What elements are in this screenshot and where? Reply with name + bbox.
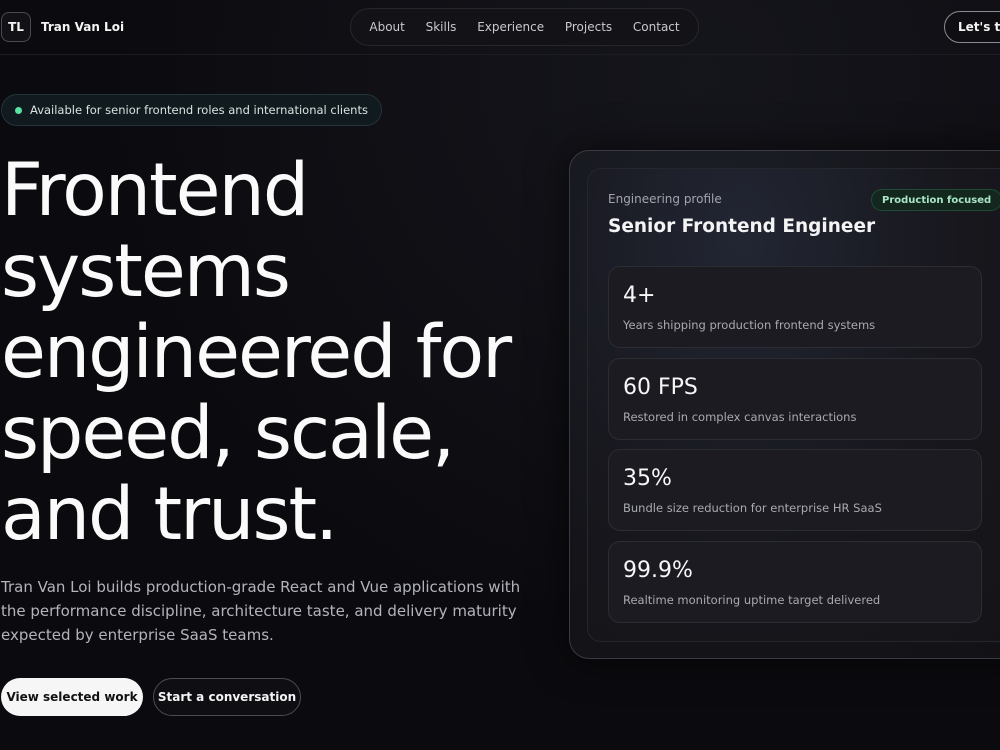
stat-card: 99.9% Realtime monitoring uptime target … <box>608 541 982 623</box>
page: TL Tran Van Loi About Skills Experience … <box>0 0 1000 750</box>
stat-value: 35% <box>623 466 672 491</box>
stat-card: 60 FPS Restored in complex canvas intera… <box>608 358 982 440</box>
stat-value: 60 FPS <box>623 375 698 400</box>
hero-title-line: Frontend <box>1 148 309 233</box>
status-dot-icon <box>15 106 22 114</box>
main-nav: About Skills Experience Projects Contact <box>350 8 699 46</box>
view-work-button[interactable]: View selected work <box>1 678 143 716</box>
availability-badge: Available for senior frontend roles and … <box>1 94 382 126</box>
nav-contact[interactable]: Contact <box>633 20 680 34</box>
stat-label: Bundle size reduction for enterprise HR … <box>623 501 882 515</box>
lets-talk-button[interactable]: Let's talk <box>944 11 1000 43</box>
availability-text: Available for senior frontend roles and … <box>30 103 368 117</box>
hero-title: Frontend systems engineered for speed, s… <box>1 150 561 555</box>
stat-label: Realtime monitoring uptime target delive… <box>623 593 881 607</box>
brand[interactable]: TL Tran Van Loi <box>1 12 124 42</box>
card-eyebrow: Engineering profile <box>608 192 722 206</box>
hero-title-line: and trust. <box>1 472 338 557</box>
stat-card: 35% Bundle size reduction for enterprise… <box>608 449 982 531</box>
stat-value: 4+ <box>623 283 656 308</box>
brand-name: Tran Van Loi <box>41 20 125 34</box>
start-conversation-button[interactable]: Start a conversation <box>153 678 301 716</box>
hero-title-line: speed, scale, <box>1 391 455 476</box>
nav-about[interactable]: About <box>369 20 404 34</box>
nav-skills[interactable]: Skills <box>426 20 457 34</box>
profile-card-inner: Engineering profile Senior Frontend Engi… <box>587 168 1000 642</box>
brand-logo: TL <box>1 12 31 42</box>
stat-value: 99.9% <box>623 558 693 583</box>
hero-subtitle: Tran Van Loi builds production-grade Rea… <box>1 578 521 644</box>
hero-title-line: engineered for <box>1 310 512 395</box>
nav-experience[interactable]: Experience <box>477 20 544 34</box>
production-badge: Production focused <box>871 189 1000 211</box>
site-header: TL Tran Van Loi About Skills Experience … <box>0 0 1000 55</box>
nav-projects[interactable]: Projects <box>565 20 612 34</box>
card-title: Senior Frontend Engineer <box>608 216 876 237</box>
stat-label: Restored in complex canvas interactions <box>623 410 857 424</box>
profile-card: Engineering profile Senior Frontend Engi… <box>569 150 1000 659</box>
stat-label: Years shipping production frontend syste… <box>623 318 876 332</box>
hero-title-line: systems <box>1 229 291 314</box>
stat-card: 4+ Years shipping production frontend sy… <box>608 266 982 348</box>
